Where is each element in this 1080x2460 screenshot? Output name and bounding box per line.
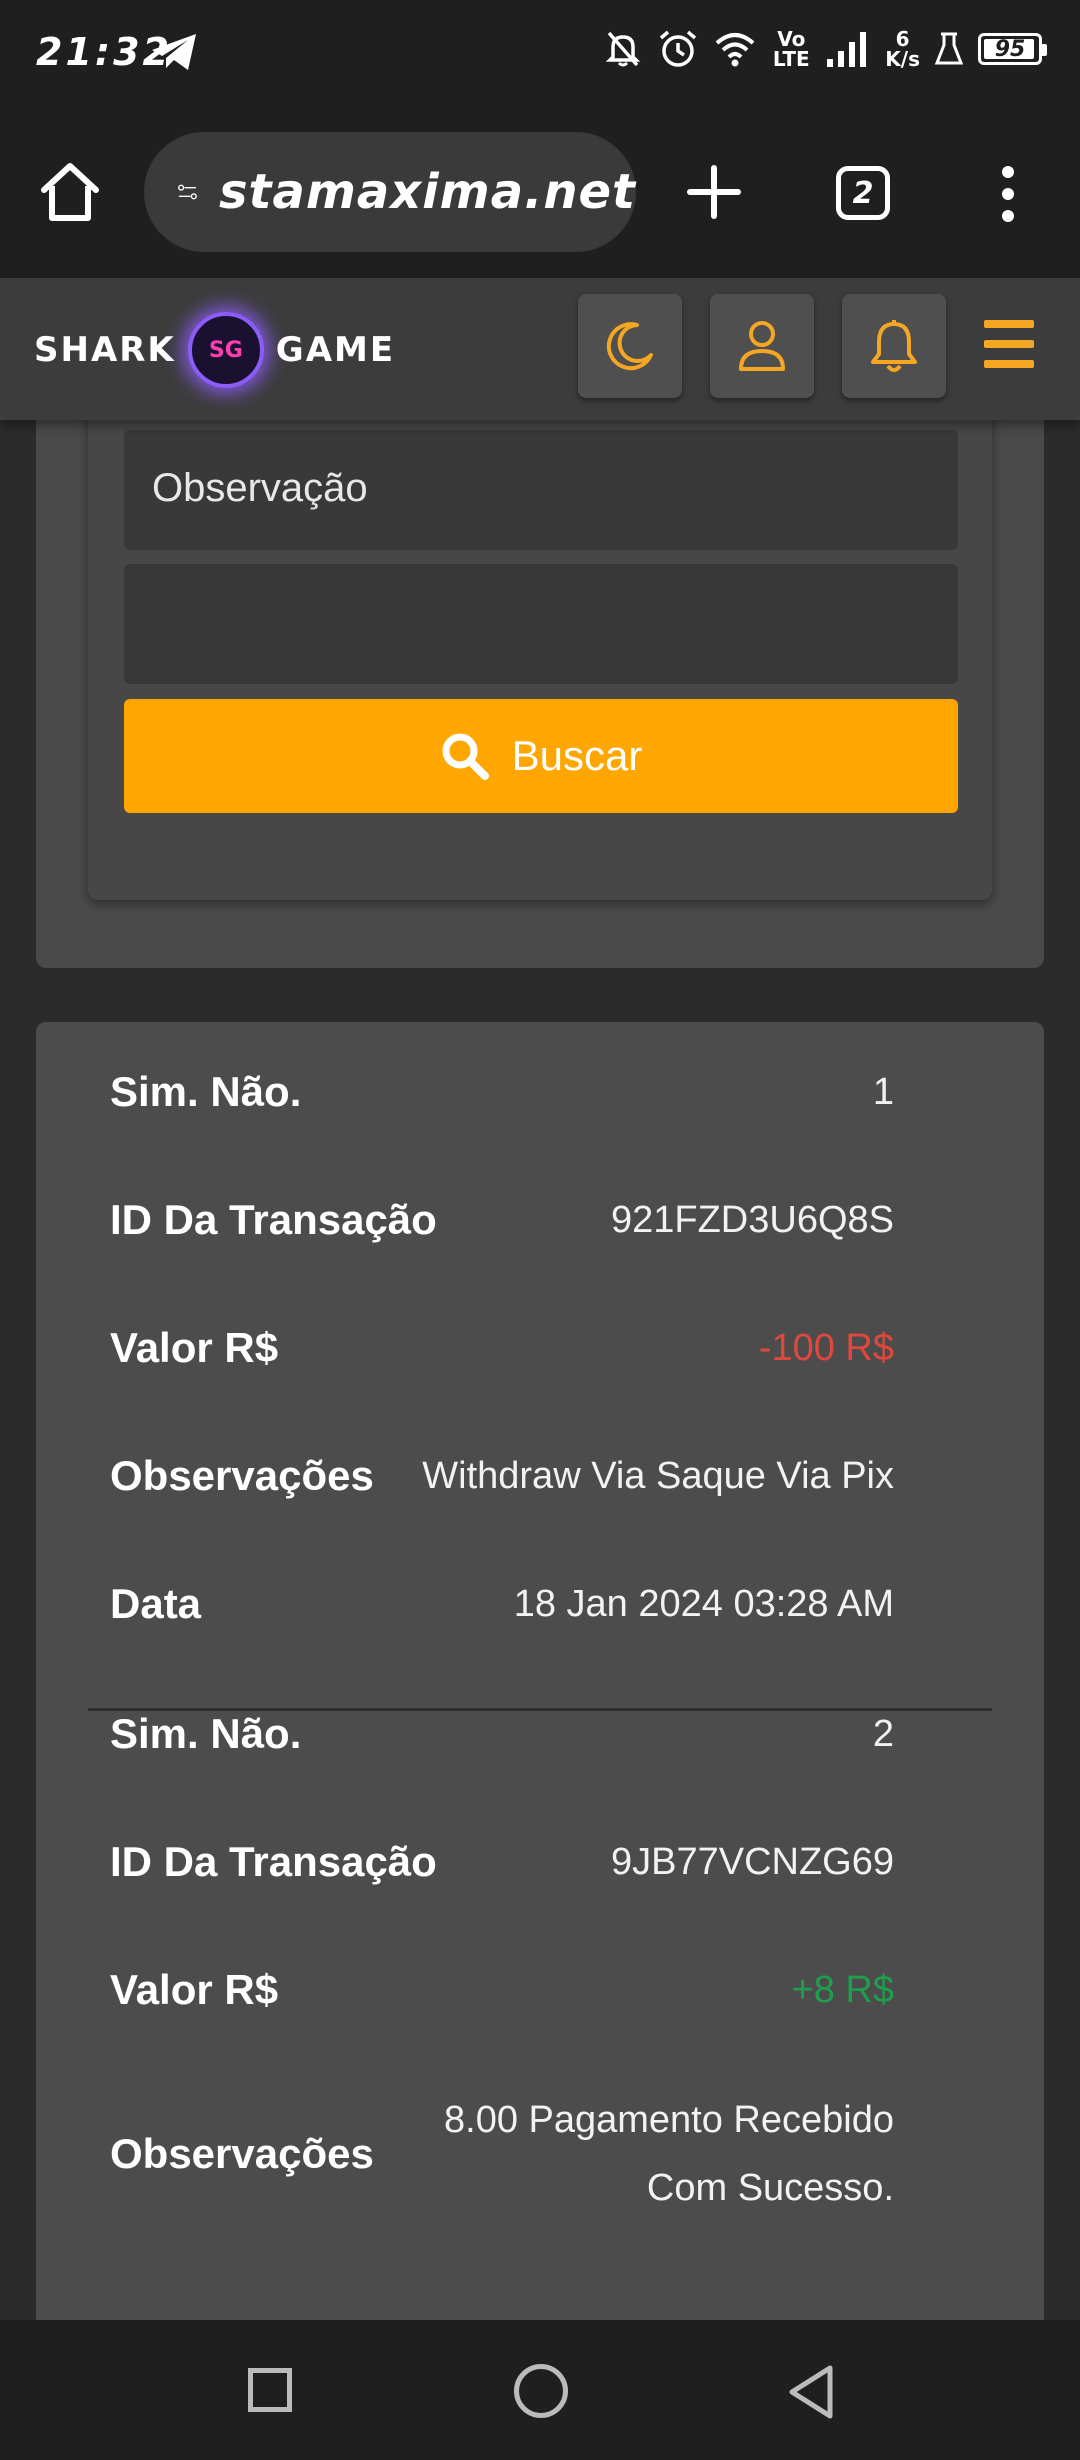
home-button[interactable] bbox=[514, 2364, 568, 2418]
home-icon[interactable] bbox=[38, 160, 102, 224]
site-settings-icon[interactable] bbox=[178, 171, 197, 213]
transactions-card: Sim. Não. 1 ID Da Transação 921FZD3U6Q8S… bbox=[36, 1022, 1044, 2320]
tx2-valor-row: Valor R$ +8 R$ bbox=[110, 1956, 894, 2024]
tx1-sim-nao-row: Sim. Não. 1 bbox=[110, 1058, 894, 1126]
dark-mode-button[interactable] bbox=[578, 294, 682, 398]
tx1-valor: -100 R$ bbox=[758, 1327, 894, 1369]
filter-form: Observação Buscar bbox=[88, 420, 992, 900]
site-menu-button[interactable] bbox=[984, 320, 1034, 368]
bell-icon bbox=[871, 320, 917, 372]
tx2-obs-row: Observações 8.00 Pagamento Recebido Com … bbox=[110, 2084, 894, 2224]
volte-indicator: Vo LTE bbox=[772, 27, 810, 71]
main-content: Observação Buscar Sim. Não. 1 ID Da Tran… bbox=[0, 420, 1080, 2320]
site-header: SHARK SG GAME bbox=[0, 278, 1080, 420]
system-nav-bar bbox=[0, 2320, 1080, 2460]
tx2-id-row: ID Da Transação 9JB77VCNZG69 bbox=[110, 1828, 894, 1896]
battery-indicator: 95 bbox=[978, 33, 1047, 65]
observacao-input[interactable]: Observação bbox=[124, 430, 958, 550]
tx1-data-row: Data 18 Jan 2024 03:28 AM bbox=[110, 1570, 894, 1638]
tx1-data: 18 Jan 2024 03:28 AM bbox=[513, 1583, 894, 1625]
tx2-valor: +8 R$ bbox=[791, 1969, 894, 2011]
logo-badge: SG bbox=[187, 312, 264, 388]
new-tab-icon[interactable] bbox=[686, 164, 742, 220]
recents-button[interactable] bbox=[248, 2368, 292, 2412]
tx1-obs-row: Observações Withdraw Via Saque Via Pix bbox=[110, 1442, 894, 1510]
date-input[interactable] bbox=[124, 564, 958, 684]
tx2-sim-nao-row: Sim. Não. 2 bbox=[110, 1700, 894, 1768]
site-logo[interactable]: SHARK SG GAME bbox=[34, 310, 395, 390]
tx1-id-row: ID Da Transação 921FZD3U6Q8S bbox=[110, 1186, 894, 1254]
tx2-transaction-id: 9JB77VCNZG69 bbox=[610, 1841, 894, 1883]
notifications-button[interactable] bbox=[842, 294, 946, 398]
url-text: stamaxima.net bbox=[218, 164, 636, 220]
back-icon[interactable] bbox=[786, 2364, 836, 2420]
browser-toolbar: stamaxima.net 2 bbox=[0, 108, 1080, 278]
notifications-off-icon bbox=[606, 31, 641, 67]
alarm-icon bbox=[660, 30, 697, 67]
search-button[interactable]: Buscar bbox=[124, 699, 958, 813]
wifi-icon bbox=[715, 33, 755, 67]
tx2-sim-nao: 2 bbox=[872, 1713, 894, 1755]
tx1-observacoes: Withdraw Via Saque Via Pix bbox=[422, 1455, 894, 1497]
tx2-observacoes: 8.00 Pagamento Recebido Com Sucesso. bbox=[444, 2099, 894, 2209]
filter-card: Observação Buscar bbox=[36, 420, 1044, 968]
tab-switcher-button[interactable]: 2 bbox=[836, 166, 890, 220]
tx1-valor-row: Valor R$ -100 R$ bbox=[110, 1314, 894, 1382]
telegram-icon bbox=[152, 34, 196, 70]
account-button[interactable] bbox=[710, 294, 814, 398]
flask-icon bbox=[934, 32, 964, 65]
browser-menu-button[interactable] bbox=[996, 166, 1020, 222]
address-bar[interactable]: stamaxima.net bbox=[144, 132, 636, 252]
network-speed: 6 K/s bbox=[885, 27, 920, 71]
tx1-transaction-id: 921FZD3U6Q8S bbox=[610, 1199, 894, 1241]
tx1-sim-nao: 1 bbox=[872, 1071, 894, 1113]
search-icon bbox=[442, 733, 489, 780]
moon-icon bbox=[606, 322, 653, 371]
status-bar: 21:32 Vo LTE 6 K/s 95 bbox=[0, 0, 1080, 108]
signal-icon bbox=[827, 32, 867, 67]
user-icon bbox=[739, 321, 785, 371]
